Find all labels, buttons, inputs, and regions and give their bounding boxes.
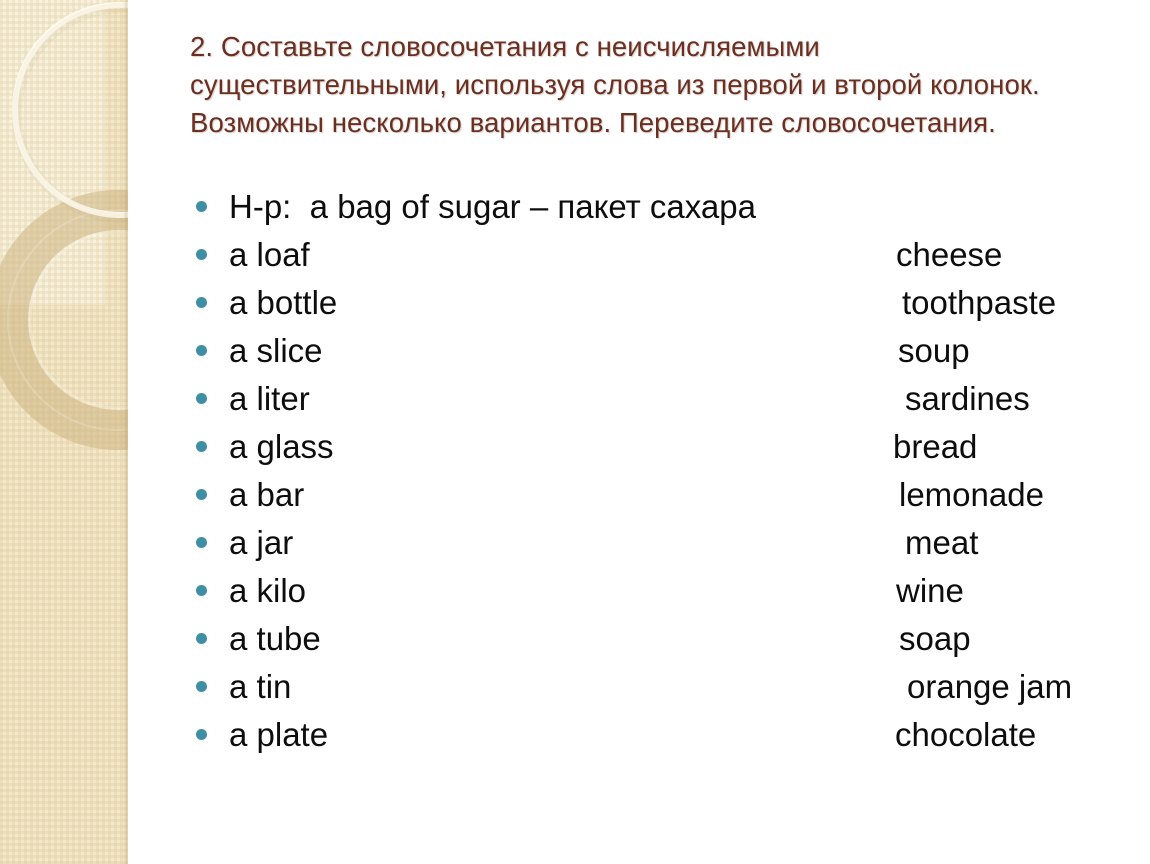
bullet-icon [196, 296, 207, 308]
title-line-3: Возможны несколько вариантов. Переведите… [190, 107, 996, 138]
list-item: a tin orange jam [196, 662, 1126, 710]
measure-word: a kilo [229, 571, 307, 609]
list-item: a loaf cheese [196, 230, 1126, 278]
noun-word: chocolate [895, 715, 1037, 753]
noun-word: bread [893, 427, 978, 465]
sidebar-ring-large [0, 190, 128, 450]
list-item: a bottle toothpaste [196, 278, 1126, 326]
title-line-1: 2. Составьте словосочетания с неисчисляе… [190, 31, 820, 62]
word-pair-list: Н-р: a bag of sugar – пакет сахара a loa… [196, 182, 1126, 758]
bullet-icon [196, 728, 207, 740]
bullet-icon [196, 680, 207, 692]
bullet-icon [196, 344, 207, 356]
list-item: a tube soap [196, 614, 1126, 662]
list-item: a kilo wine [196, 566, 1126, 614]
measure-word: a liter [229, 379, 310, 417]
noun-word: soup [898, 331, 970, 369]
decorative-sidebar [0, 0, 128, 864]
measure-word: a bottle [229, 283, 338, 321]
title-line-2: существительными, используя слова из пер… [190, 69, 1040, 100]
noun-word: wine [896, 571, 964, 609]
bullet-icon [196, 440, 207, 452]
bullet-icon [196, 392, 207, 404]
measure-word: a loaf [229, 235, 310, 273]
bullet-icon [196, 632, 207, 644]
page-title: 2. Составьте словосочетания с неисчисляе… [190, 28, 1090, 142]
list-item: a plate chocolate [196, 710, 1126, 758]
measure-word: a slice [229, 331, 323, 369]
measure-word: a bar [229, 475, 305, 513]
list-item: a liter sardines [196, 374, 1126, 422]
example-line: Н-р: a bag of sugar – пакет сахара [229, 187, 756, 225]
slide-canvas: 2. Составьте словосочетания с неисчисляе… [0, 0, 1150, 864]
sidebar-ring-thin [12, 2, 128, 218]
noun-word: soap [899, 619, 971, 657]
noun-word: sardines [905, 379, 1030, 417]
measure-word: a tube [229, 619, 321, 657]
noun-word: orange jam [907, 667, 1073, 705]
list-item: a jar meat [196, 518, 1126, 566]
measure-word: a tin [229, 667, 292, 705]
noun-word: lemonade [899, 475, 1044, 513]
bullet-icon [196, 536, 207, 548]
bullet-icon [196, 248, 207, 260]
list-item: a glass bread [196, 422, 1126, 470]
list-item: Н-р: a bag of sugar – пакет сахара [196, 182, 1126, 230]
noun-word: meat [905, 523, 979, 561]
noun-word: toothpaste [902, 283, 1057, 321]
list-item: a slice soup [196, 326, 1126, 374]
bullet-icon [196, 488, 207, 500]
sidebar-rings-graphic [0, 2, 128, 450]
measure-word: a jar [229, 523, 294, 561]
bullet-icon [196, 584, 207, 596]
measure-word: a plate [229, 715, 329, 753]
noun-word: cheese [896, 235, 1003, 273]
measure-word: a glass [229, 427, 334, 465]
bullet-icon [196, 200, 207, 212]
sidebar-edge-shadow [123, 0, 128, 864]
list-item: a bar lemonade [196, 470, 1126, 518]
